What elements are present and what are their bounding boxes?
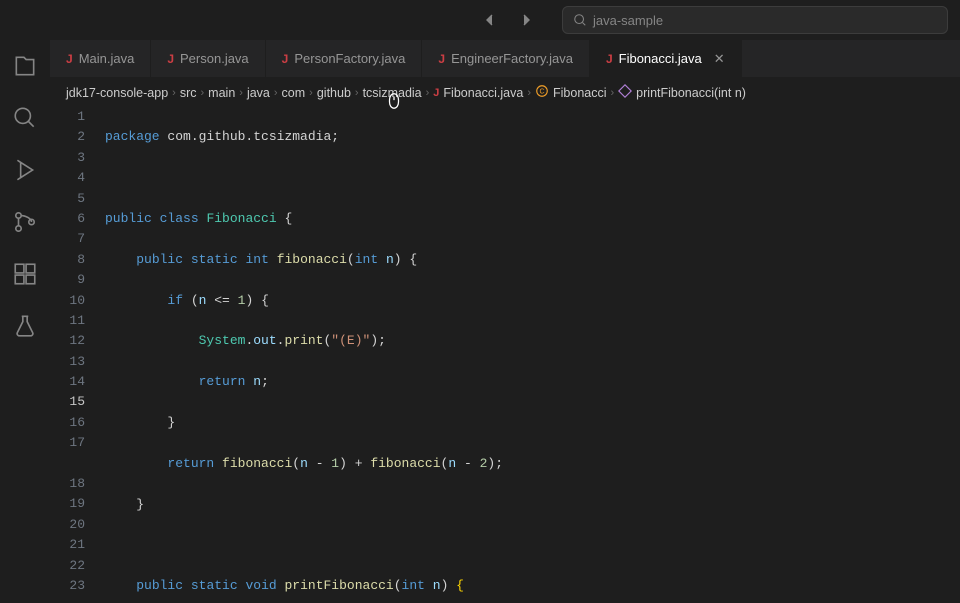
titlebar: java-sample [0,0,960,40]
tab-label: Person.java [180,51,249,66]
search-icon[interactable] [11,104,39,132]
breadcrumb-item[interactable]: src [180,86,197,100]
breadcrumb-item[interactable]: main [208,86,235,100]
java-file-icon: J [606,52,613,66]
source-control-icon[interactable] [11,208,39,236]
breadcrumb: jdk17-console-app › src › main › java › … [50,78,960,107]
testing-icon[interactable] [11,312,39,340]
nav-buttons [482,12,534,28]
chevron-right-icon: › [274,87,278,99]
breadcrumb-item[interactable]: CFibonacci [535,84,607,101]
search-icon [573,13,587,27]
nav-forward-button[interactable] [518,12,534,28]
tab-engineerfactory[interactable]: J EngineerFactory.java [422,40,590,77]
code-content[interactable]: package com.github.tcsizmadia; public cl… [105,107,960,603]
debug-icon[interactable] [11,156,39,184]
chevron-right-icon: › [426,87,430,99]
tab-label: Main.java [79,51,135,66]
chevron-right-icon: › [201,87,205,99]
editor-area: J Main.java J Person.java J PersonFactor… [50,40,960,603]
tab-fibonacci[interactable]: J Fibonacci.java ✕ [590,40,742,77]
chevron-right-icon: › [239,87,243,99]
search-input[interactable]: java-sample [562,6,948,34]
chevron-right-icon: › [355,87,359,99]
method-icon [618,84,632,101]
chevron-right-icon: › [172,87,176,99]
chevron-right-icon: › [309,87,313,99]
explorer-icon[interactable] [11,52,39,80]
java-file-icon: J [167,52,174,66]
nav-back-button[interactable] [482,12,498,28]
breadcrumb-item[interactable]: JFibonacci.java [433,86,523,100]
chevron-right-icon: › [611,87,615,99]
arrow-left-icon [482,12,498,28]
chevron-right-icon: › [527,87,531,99]
tab-bar: J Main.java J Person.java J PersonFactor… [50,40,960,78]
tab-personfactory[interactable]: J PersonFactory.java [266,40,423,77]
activity-bar [0,40,50,603]
tab-person[interactable]: J Person.java [151,40,265,77]
java-file-icon: J [438,52,445,66]
tab-label: EngineerFactory.java [451,51,573,66]
svg-text:C: C [539,89,544,96]
breadcrumb-item[interactable]: printFibonacci(int n) [618,84,746,101]
tab-label: Fibonacci.java [619,51,702,66]
java-file-icon: J [282,52,289,66]
breadcrumb-item[interactable]: java [247,86,270,100]
arrow-right-icon [518,12,534,28]
breadcrumb-item[interactable]: github [317,86,351,100]
search-placeholder: java-sample [593,13,663,28]
breadcrumb-item[interactable]: com [282,86,306,100]
extensions-icon[interactable] [11,260,39,288]
class-icon: C [535,84,549,101]
breadcrumb-item[interactable]: tcsizmadia [363,86,422,100]
line-numbers: 1 2 3 4 5 6 7 8 9 10 11 12 13 14 15 16 1… [50,107,105,603]
java-file-icon: J [66,52,73,66]
code-editor[interactable]: 1 2 3 4 5 6 7 8 9 10 11 12 13 14 15 16 1… [50,107,960,603]
breadcrumb-item[interactable]: jdk17-console-app [66,86,168,100]
java-file-icon: J [433,87,439,99]
close-icon[interactable]: ✕ [714,51,725,67]
tab-label: PersonFactory.java [294,51,405,66]
tab-main[interactable]: J Main.java [50,40,151,77]
